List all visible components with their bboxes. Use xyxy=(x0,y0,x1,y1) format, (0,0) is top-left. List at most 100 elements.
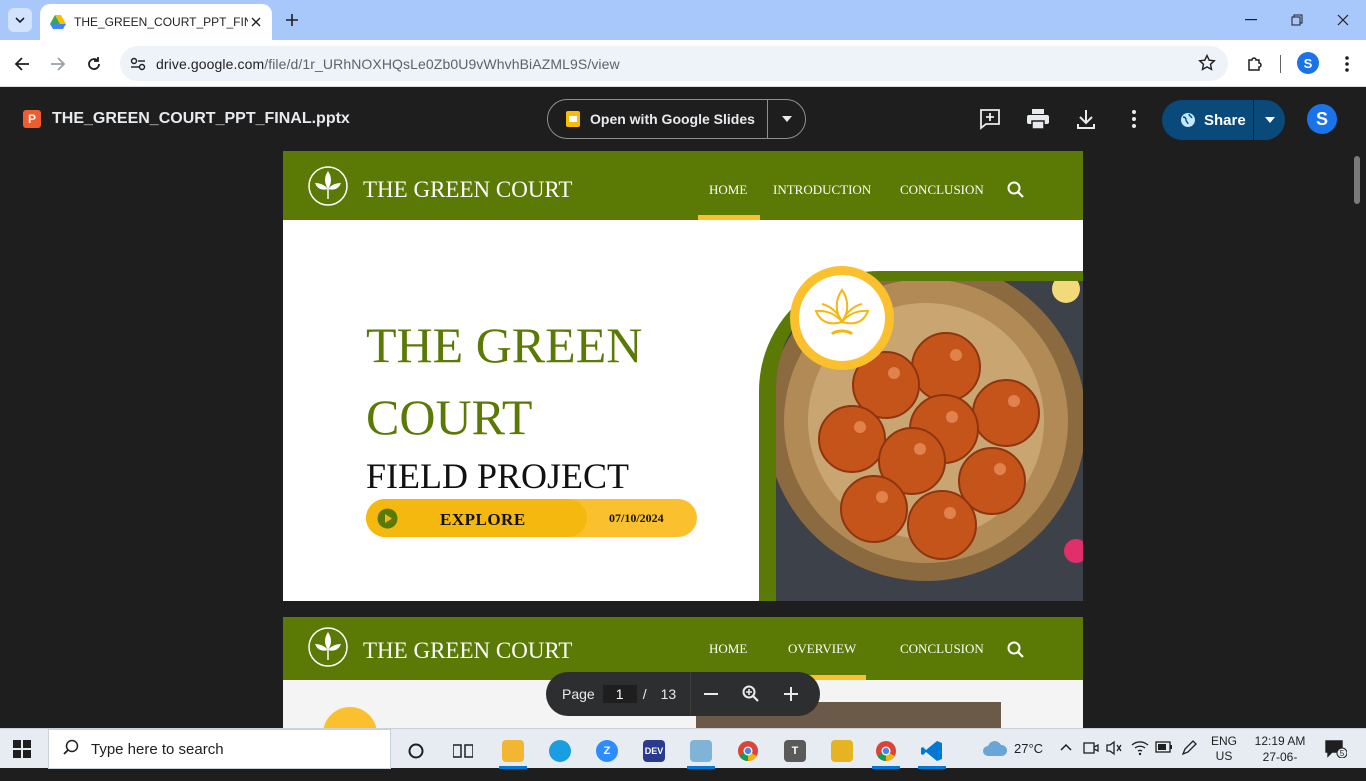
open-with-dropdown[interactable] xyxy=(768,116,805,122)
back-button[interactable] xyxy=(8,50,36,78)
task-view-icon xyxy=(453,744,473,758)
leaf-icon xyxy=(812,287,872,349)
meet-now-icon[interactable] xyxy=(1083,740,1099,761)
typing-app[interactable]: T xyxy=(775,733,815,769)
chrome-profile-app[interactable] xyxy=(866,733,906,769)
printer-icon xyxy=(1027,109,1049,129)
taskbar-search-box[interactable]: Type here to search xyxy=(48,729,391,769)
slide-title-line-1: THE GREEN xyxy=(366,317,643,373)
share-button-group: Share xyxy=(1162,100,1285,140)
restore-button[interactable] xyxy=(1274,0,1320,40)
language-indicator[interactable]: ENG US xyxy=(1211,734,1237,764)
battery-icon[interactable] xyxy=(1155,740,1173,759)
cloud-icon xyxy=(983,741,1008,756)
download-button[interactable] xyxy=(1074,107,1098,131)
windows-start-icon[interactable] xyxy=(13,740,31,763)
presentation-date: 07/10/2024 xyxy=(609,511,664,525)
toolbar-divider xyxy=(1280,55,1281,73)
slide-title-line-2: COURT xyxy=(366,389,533,445)
caret-down-icon xyxy=(1264,117,1275,123)
close-window-button[interactable] xyxy=(1320,0,1366,40)
search-icon xyxy=(63,739,79,760)
browser-toolbar: drive.google.com/file/d/1r_URhNOXHQsLe0Z… xyxy=(0,40,1366,87)
new-tab-button[interactable] xyxy=(280,8,304,32)
notepad-icon xyxy=(690,740,712,762)
browser-tab-strip: THE_GREEN_COURT_PPT_FINAL xyxy=(0,0,1366,40)
puzzle-icon xyxy=(1246,55,1264,73)
viewer-scrollbar[interactable] xyxy=(1352,152,1362,728)
file-name: THE_GREEN_COURT_PPT_FINAL.pptx xyxy=(52,110,350,127)
pen-icon[interactable] xyxy=(1181,740,1197,761)
edge-app[interactable] xyxy=(540,733,580,769)
cortana-button[interactable] xyxy=(396,733,436,769)
tab-search-button[interactable] xyxy=(8,8,32,32)
slide-2-badge xyxy=(323,707,377,728)
user-avatar[interactable]: S xyxy=(1307,104,1337,134)
leaf-logo-icon xyxy=(307,165,349,207)
slide-brand: THE GREEN COURT xyxy=(363,177,573,202)
speaker-muted-icon[interactable] xyxy=(1106,740,1122,761)
share-button[interactable]: Share xyxy=(1162,100,1254,140)
play-icon xyxy=(377,508,398,534)
profile-avatar[interactable]: S xyxy=(1297,52,1319,74)
add-comment-icon xyxy=(979,108,1001,130)
taskbar-clock[interactable]: 12:19 AM 27-06-2025 xyxy=(1250,733,1310,781)
share-label: Share xyxy=(1204,111,1246,129)
arrow-right-icon xyxy=(50,56,66,72)
share-dropdown[interactable] xyxy=(1254,117,1285,123)
zoom-out-button[interactable] xyxy=(691,672,731,716)
slide-nav-home: HOME xyxy=(709,182,748,197)
address-bar[interactable]: drive.google.com/file/d/1r_URhNOXHQsLe0Z… xyxy=(120,46,1228,81)
slide-brand: THE GREEN COURT xyxy=(363,638,573,663)
dev-app[interactable]: DEV xyxy=(634,733,674,769)
wifi-icon[interactable] xyxy=(1131,740,1149,761)
dev-icon: DEV xyxy=(643,740,665,762)
slide-nav-conclusion: CONCLUSION xyxy=(900,182,984,197)
extensions-button[interactable] xyxy=(1241,50,1269,78)
add-comment-button[interactable] xyxy=(978,107,1002,131)
browser-menu-button[interactable] xyxy=(1333,50,1361,78)
url-path: /file/d/1r_URhNOXHQsLe0Zb0U9vWhvhBiAZML9… xyxy=(264,55,620,72)
slide-1: THE GREEN COURT HOME INTRODUCTION CONCLU… xyxy=(283,151,1083,601)
open-with-google-slides-button[interactable]: Open with Google Slides xyxy=(548,100,768,138)
task-view-button[interactable] xyxy=(443,733,483,769)
page-number-input[interactable] xyxy=(602,685,637,703)
weather-temperature: 27°C xyxy=(1014,740,1044,756)
forward-button[interactable] xyxy=(44,50,72,78)
close-tab-icon[interactable] xyxy=(248,14,264,30)
search-icon xyxy=(1007,181,1025,204)
chevron-up-icon[interactable] xyxy=(1059,740,1073,759)
page-separator: / xyxy=(642,686,647,702)
zoom-reset-button[interactable] xyxy=(731,672,771,716)
zoom-in-button[interactable] xyxy=(771,672,811,716)
chrome-app[interactable] xyxy=(728,733,768,769)
minimize-button[interactable] xyxy=(1228,0,1274,40)
layers-icon xyxy=(831,740,853,762)
google-slides-icon xyxy=(566,111,580,127)
arrow-left-icon xyxy=(14,56,30,72)
tab-title: THE_GREEN_COURT_PPT_FINAL xyxy=(74,15,248,29)
zoom-app[interactable]: Z xyxy=(587,733,627,769)
vscode-icon xyxy=(921,741,942,761)
zoom-icon xyxy=(742,685,759,702)
language-code: ENG xyxy=(1211,734,1238,748)
minus-icon xyxy=(704,693,719,695)
site-info-icon[interactable] xyxy=(120,57,156,71)
caret-down-icon xyxy=(781,116,792,122)
weather-widget[interactable]: 27°C xyxy=(982,739,1043,757)
reload-button[interactable] xyxy=(80,50,108,78)
leaf-logo-icon xyxy=(307,626,349,668)
url-text: drive.google.com/file/d/1r_URhNOXHQsLe0Z… xyxy=(156,56,620,72)
scrollbar-thumb[interactable] xyxy=(1354,156,1360,204)
vscode-app[interactable] xyxy=(912,733,952,769)
clock-time: 12:19 AM xyxy=(1254,734,1306,748)
typing-icon: T xyxy=(784,740,806,762)
notification-center-icon[interactable]: 5 xyxy=(1325,740,1348,763)
bookmark-star-icon[interactable] xyxy=(1198,53,1216,77)
stack-app[interactable] xyxy=(822,733,862,769)
print-button[interactable] xyxy=(1026,107,1050,131)
notepad-app[interactable] xyxy=(681,733,721,769)
file-explorer-app[interactable] xyxy=(493,733,533,769)
more-actions-button[interactable] xyxy=(1122,107,1146,131)
browser-tab[interactable]: THE_GREEN_COURT_PPT_FINAL xyxy=(40,4,272,40)
